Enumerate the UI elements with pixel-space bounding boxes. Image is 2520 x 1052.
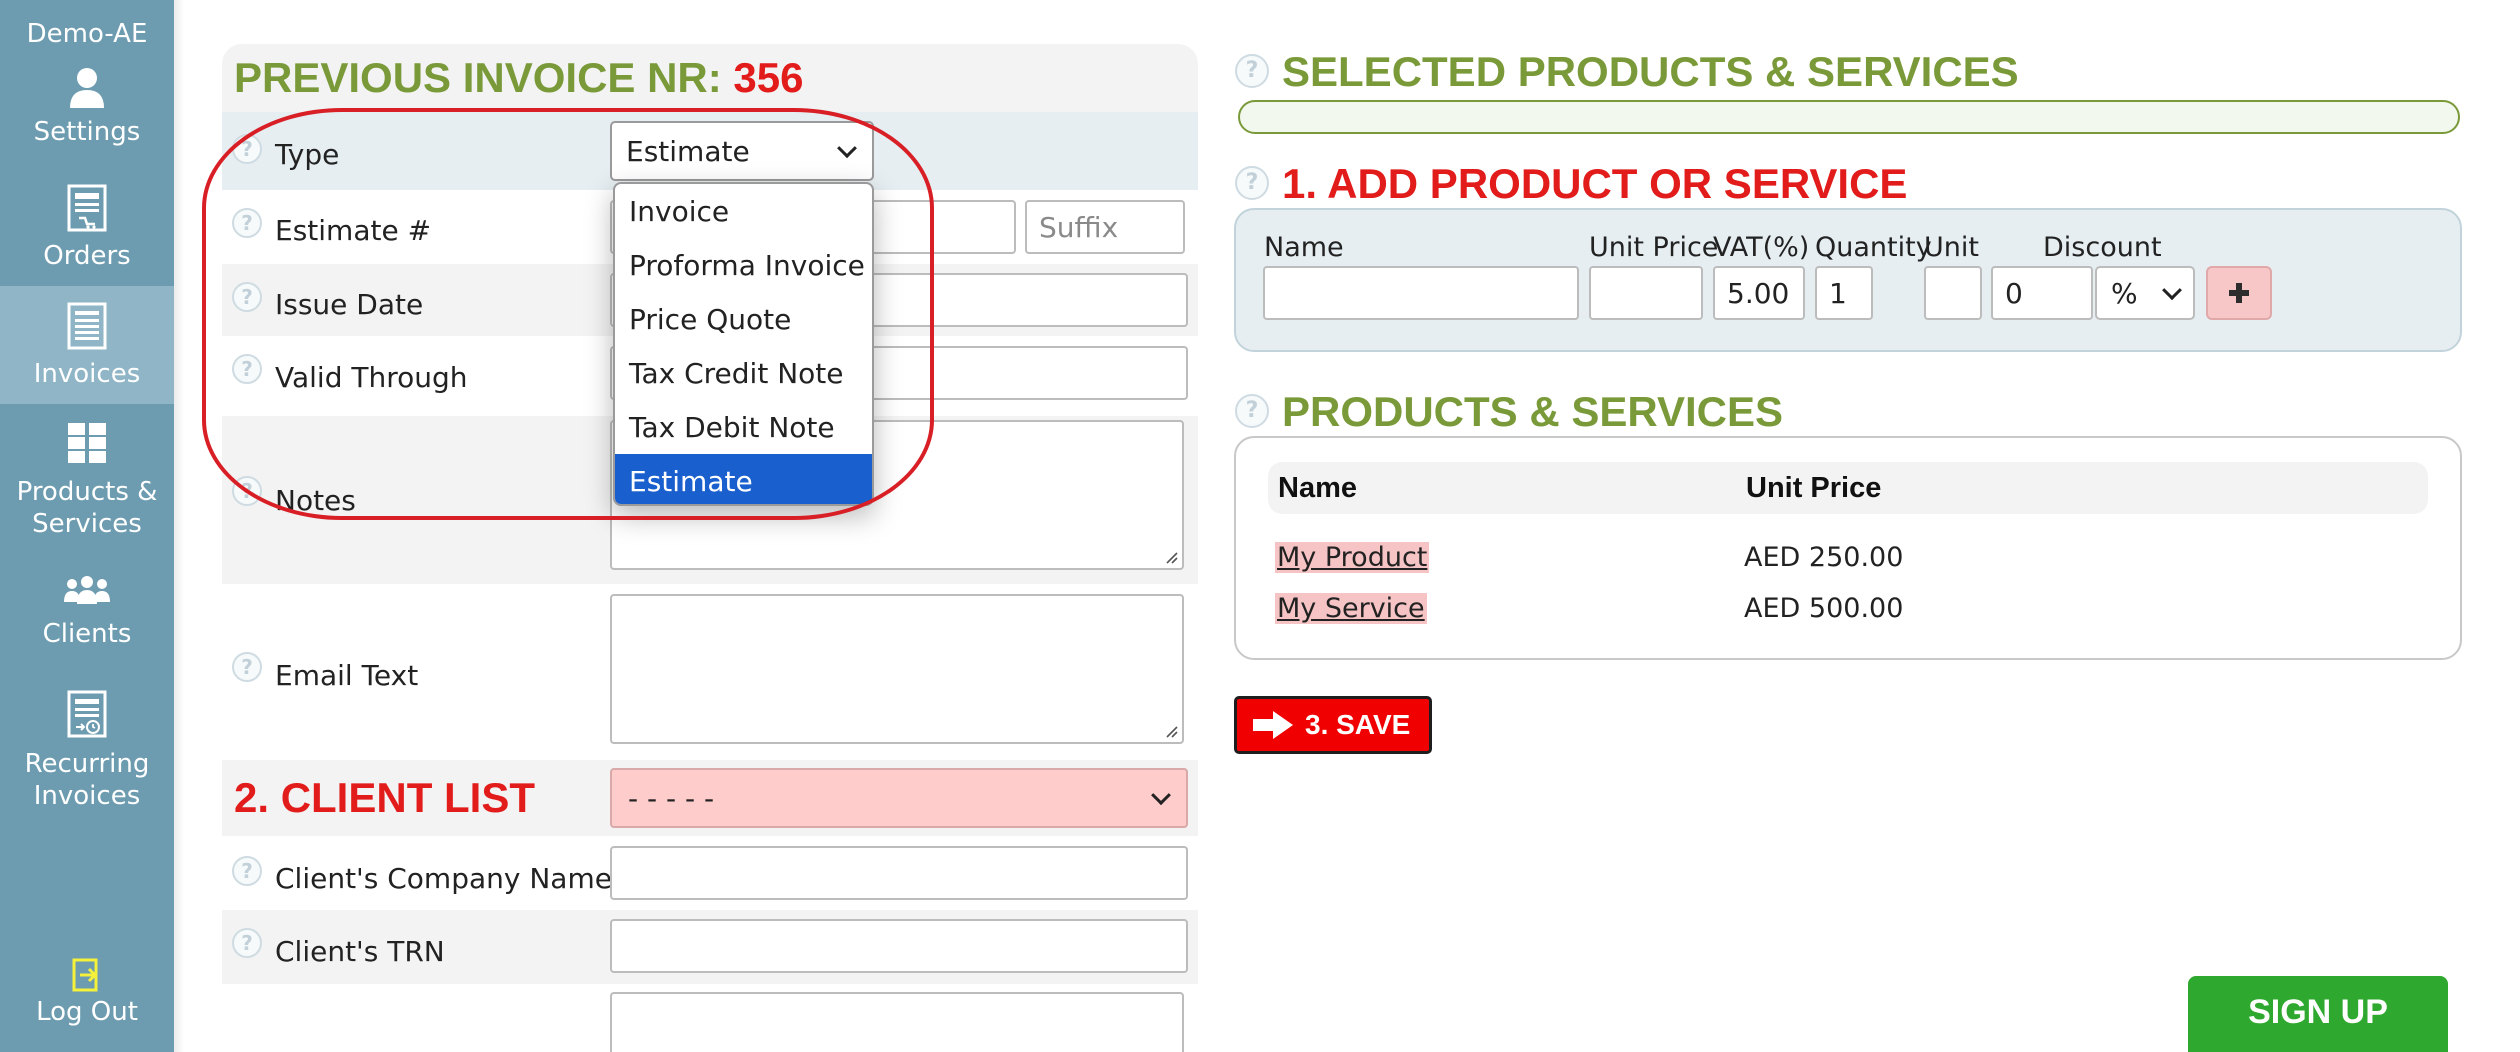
type-option-price-quote[interactable]: Price Quote bbox=[615, 292, 872, 346]
type-option-tax-debit-note[interactable]: Tax Debit Note bbox=[615, 400, 872, 454]
help-icon[interactable]: ? bbox=[232, 856, 262, 886]
sidebar-item-label: Log Out bbox=[36, 997, 138, 1027]
products-services-title: PRODUCTS & SERVICES bbox=[1282, 388, 1783, 435]
arrow-right-icon bbox=[1253, 711, 1293, 739]
help-icon[interactable]: ? bbox=[232, 354, 262, 384]
selected-products-list bbox=[1238, 100, 2460, 134]
discount-type-select[interactable]: % bbox=[2095, 266, 2195, 320]
previous-invoice-title: PREVIOUS INVOICE NR: 356 bbox=[234, 54, 804, 101]
help-icon[interactable]: ? bbox=[232, 652, 262, 682]
chevron-down-icon bbox=[2162, 280, 2182, 301]
client-select[interactable]: - - - - - bbox=[610, 768, 1188, 828]
sidebar-item-label: Settings bbox=[33, 117, 141, 147]
sidebar-item-settings[interactable]: Settings bbox=[0, 66, 174, 162]
sidebar-item-label: Orders bbox=[43, 241, 131, 271]
help-icon[interactable]: ? bbox=[232, 928, 262, 958]
orders-icon bbox=[67, 184, 107, 232]
unit-label: Unit bbox=[1924, 232, 1979, 263]
help-icon[interactable]: ? bbox=[232, 208, 262, 238]
product-name-input[interactable] bbox=[1263, 266, 1579, 320]
column-header-unit-price: Unit Price bbox=[1746, 472, 1882, 504]
type-option-tax-credit-note[interactable]: Tax Credit Note bbox=[615, 346, 872, 400]
sidebar-item-label-line2: Invoices bbox=[33, 781, 141, 811]
discount-input[interactable]: 0 bbox=[1991, 266, 2093, 320]
unit-input[interactable] bbox=[1924, 266, 1982, 320]
recurring-icon bbox=[67, 690, 107, 738]
vat-input[interactable]: 5.00 bbox=[1713, 266, 1805, 320]
logout-icon bbox=[72, 958, 98, 992]
client-list-title: 2. CLIENT LIST bbox=[234, 774, 536, 821]
previous-invoice-number: 356 bbox=[733, 54, 804, 101]
user-icon bbox=[70, 68, 104, 108]
sidebar-item-label: Invoices bbox=[33, 359, 141, 389]
company-name: Demo-AE bbox=[26, 19, 148, 49]
sign-up-button[interactable]: SIGN UP bbox=[2188, 976, 2448, 1052]
client-address-textarea[interactable] bbox=[610, 992, 1184, 1052]
suffix-input[interactable]: Suffix bbox=[1025, 200, 1185, 254]
resize-grip-icon[interactable] bbox=[1162, 722, 1178, 738]
notes-label: Notes bbox=[275, 484, 356, 517]
help-icon[interactable]: ? bbox=[1235, 166, 1269, 200]
product-price: AED 500.00 bbox=[1744, 593, 1904, 624]
sidebar-shadow bbox=[174, 0, 184, 1052]
sidebar-item-logout[interactable]: Log Out bbox=[0, 958, 174, 1038]
clients-icon bbox=[64, 576, 110, 604]
column-header-name: Name bbox=[1278, 472, 1357, 504]
sidebar-item-clients[interactable]: Clients bbox=[0, 576, 174, 666]
estimate-number-label: Estimate # bbox=[275, 214, 432, 247]
unit-price-label: Unit Price bbox=[1589, 232, 1719, 263]
help-icon[interactable]: ? bbox=[232, 282, 262, 312]
selected-products-title: SELECTED PRODUCTS & SERVICES bbox=[1282, 48, 2019, 95]
sidebar-item-recurring-invoices[interactable]: Recurring Invoices bbox=[0, 690, 174, 820]
quantity-input[interactable]: 1 bbox=[1815, 266, 1873, 320]
type-label: Type bbox=[275, 138, 340, 171]
sidebar-item-label: Clients bbox=[42, 619, 132, 649]
help-icon[interactable]: ? bbox=[232, 476, 262, 506]
sidebar: Demo-AE Settings Orders Invoices Product… bbox=[0, 0, 174, 1052]
sidebar-item-invoices[interactable]: Invoices bbox=[0, 286, 174, 404]
sidebar-item-label: Products & bbox=[16, 477, 158, 507]
client-trn-label: Client's TRN bbox=[275, 935, 445, 968]
valid-through-label: Valid Through bbox=[275, 361, 468, 394]
sidebar-item-orders[interactable]: Orders bbox=[0, 184, 174, 280]
add-product-title: 1. ADD PRODUCT OR SERVICE bbox=[1282, 160, 1908, 207]
type-option-invoice[interactable]: Invoice bbox=[615, 184, 872, 238]
issue-date-label: Issue Date bbox=[275, 288, 424, 321]
type-dropdown-list: Invoice Proforma Invoice Price Quote Tax… bbox=[613, 182, 874, 506]
product-price: AED 250.00 bbox=[1744, 542, 1904, 573]
discount-label: Discount bbox=[2043, 232, 2162, 263]
email-text-textarea[interactable] bbox=[610, 594, 1184, 744]
unit-price-input[interactable] bbox=[1589, 266, 1703, 320]
chevron-down-icon bbox=[1151, 785, 1171, 806]
name-label: Name bbox=[1264, 232, 1344, 263]
sidebar-item-products-services[interactable]: Products & Services bbox=[0, 422, 174, 552]
sidebar-item-label: Recurring bbox=[24, 749, 150, 779]
product-link[interactable]: My Service bbox=[1275, 593, 1427, 624]
sidebar-item-label-line2: Services bbox=[32, 509, 142, 539]
quantity-label: Quantity bbox=[1815, 232, 1932, 263]
save-button[interactable]: 3. SAVE bbox=[1234, 696, 1432, 754]
product-link[interactable]: My Product bbox=[1275, 542, 1430, 573]
invoice-icon bbox=[67, 302, 107, 350]
help-icon[interactable]: ? bbox=[1235, 54, 1269, 88]
add-product-button[interactable] bbox=[2206, 266, 2272, 320]
client-company-label: Client's Company Name bbox=[275, 862, 612, 895]
grid-icon bbox=[68, 423, 106, 463]
client-company-input[interactable] bbox=[610, 846, 1188, 900]
type-option-estimate[interactable]: Estimate bbox=[615, 454, 872, 504]
vat-label: VAT(%) bbox=[1713, 232, 1810, 263]
plus-icon bbox=[2229, 283, 2249, 303]
email-text-label: Email Text bbox=[275, 659, 419, 692]
help-icon[interactable]: ? bbox=[1235, 394, 1269, 428]
resize-grip-icon[interactable] bbox=[1162, 548, 1178, 564]
type-option-proforma-invoice[interactable]: Proforma Invoice bbox=[615, 238, 872, 292]
help-icon[interactable]: ? bbox=[232, 134, 262, 164]
type-select[interactable]: Estimate bbox=[610, 121, 874, 181]
app-root: Demo-AE Settings Orders Invoices Product… bbox=[0, 0, 2520, 1052]
client-trn-input[interactable] bbox=[610, 919, 1188, 973]
chevron-down-icon bbox=[837, 138, 857, 159]
